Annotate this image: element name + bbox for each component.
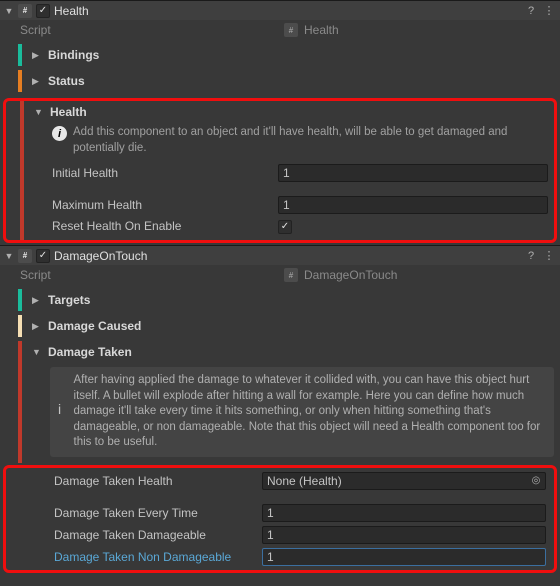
dt-non-label[interactable]: Damage Taken Non Damageable: [14, 550, 262, 564]
chevron-right-icon[interactable]: ▶: [32, 295, 42, 306]
script-asset-icon: #: [284, 268, 298, 282]
chevron-down-icon[interactable]: ▼: [34, 107, 44, 117]
health-section: ▼ Health i Add this component to an obje…: [6, 101, 554, 240]
reset-health-label: Reset Health On Enable: [30, 219, 278, 233]
dt-every-label: Damage Taken Every Time: [14, 506, 262, 520]
info-icon: i: [58, 401, 64, 423]
dot-component-header[interactable]: ▼ # ✓ DamageOnTouch ? ⋮: [0, 245, 560, 265]
info-icon: i: [52, 126, 67, 141]
health-component-header[interactable]: ▼ # ✓ Health ? ⋮: [0, 0, 560, 20]
script-label: Script: [6, 23, 284, 37]
component-title: DamageOnTouch: [54, 249, 520, 263]
section-title-damage-taken: Damage Taken: [48, 345, 132, 359]
section-title-targets: Targets: [48, 293, 90, 307]
dt-dmg-label: Damage Taken Damageable: [14, 528, 262, 542]
dt-health-value: None (Health): [267, 474, 342, 488]
dt-dmg-input[interactable]: [262, 526, 546, 544]
script-icon: #: [18, 4, 32, 18]
script-value: Health: [304, 23, 339, 37]
preset-icon[interactable]: ⋮: [542, 4, 556, 18]
help-icon[interactable]: ?: [524, 4, 538, 18]
chevron-right-icon[interactable]: ▶: [32, 321, 42, 332]
dt-non-input[interactable]: [262, 548, 546, 566]
targets-section[interactable]: ▶ Targets: [0, 289, 560, 311]
damage-caused-section[interactable]: ▶ Damage Caused: [0, 315, 560, 337]
script-label: Script: [6, 268, 284, 282]
status-section[interactable]: ▶ Status: [0, 70, 560, 92]
dt-health-label: Damage Taken Health: [14, 474, 262, 488]
object-picker-icon[interactable]: ◎: [529, 474, 543, 488]
preset-icon[interactable]: ⋮: [542, 249, 556, 263]
section-title-status: Status: [48, 74, 85, 88]
initial-health-label: Initial Health: [30, 166, 278, 180]
damage-taken-info-text: After having applied the damage to whate…: [74, 373, 546, 451]
health-component: ▼ # ✓ Health ? ⋮ Script # Health ▶ Bindi…: [0, 0, 560, 243]
maximum-health-input[interactable]: [278, 196, 548, 214]
dt-every-input[interactable]: [262, 504, 546, 522]
section-title-damage-caused: Damage Caused: [48, 319, 141, 333]
chevron-right-icon[interactable]: ▶: [32, 76, 42, 87]
script-row: Script # DamageOnTouch: [0, 265, 560, 285]
initial-health-input[interactable]: [278, 164, 548, 182]
damage-taken-section: ▼ Damage Taken i After having applied th…: [0, 341, 560, 463]
reset-health-checkbox[interactable]: ✓: [278, 220, 292, 234]
annotation-box-damage-taken: Damage Taken Health None (Health) ◎ Dama…: [3, 465, 557, 573]
section-title-bindings: Bindings: [48, 48, 99, 62]
script-icon: #: [18, 249, 32, 263]
enable-checkbox[interactable]: ✓: [36, 249, 50, 263]
foldout-icon[interactable]: ▼: [4, 251, 14, 261]
chevron-down-icon[interactable]: ▼: [32, 347, 42, 357]
bindings-section[interactable]: ▶ Bindings: [0, 44, 560, 66]
dt-health-objectfield[interactable]: None (Health) ◎: [262, 472, 546, 490]
script-row: Script # Health: [0, 20, 560, 40]
maximum-health-label: Maximum Health: [30, 198, 278, 212]
health-info-text: Add this component to an object and it'l…: [73, 125, 546, 156]
section-title-health: Health: [50, 105, 87, 119]
chevron-right-icon[interactable]: ▶: [32, 50, 42, 61]
script-value: DamageOnTouch: [304, 268, 397, 282]
foldout-icon[interactable]: ▼: [4, 6, 14, 16]
script-asset-icon: #: [284, 23, 298, 37]
component-title: Health: [54, 4, 520, 18]
annotation-box-health: ▼ Health i Add this component to an obje…: [3, 98, 557, 243]
damageontouch-component: ▼ # ✓ DamageOnTouch ? ⋮ Script # DamageO…: [0, 245, 560, 573]
help-icon[interactable]: ?: [524, 249, 538, 263]
enable-checkbox[interactable]: ✓: [36, 4, 50, 18]
